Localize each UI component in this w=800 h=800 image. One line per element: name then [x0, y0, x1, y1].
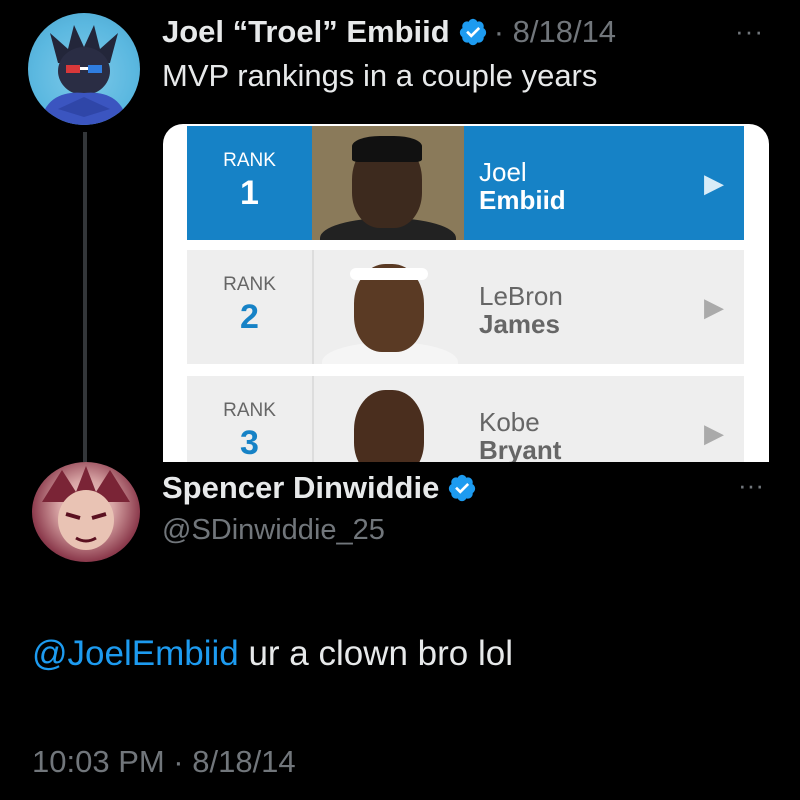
- chevron-right-icon: ▶: [704, 417, 724, 448]
- rank-label: RANK: [223, 274, 276, 295]
- rank-column: RANK 1: [187, 126, 312, 240]
- chevron-right-icon: ▶: [704, 167, 724, 198]
- dinwiddie-avatar[interactable]: [32, 462, 140, 562]
- rank-card-1: RANK 1 Joel Embiid ▶: [187, 126, 744, 240]
- verified-badge-icon: [447, 473, 477, 503]
- reply-body: ur a clown bro lol: [238, 634, 514, 673]
- player-name: Kobe Bryant: [464, 376, 684, 462]
- player-last-name: Embiid: [479, 185, 566, 215]
- player-last-name: James: [479, 309, 560, 339]
- user-handle[interactable]: @SDinwiddie_25: [162, 514, 385, 547]
- player-first-name: Joel: [479, 157, 527, 187]
- player-photo: [312, 126, 464, 240]
- tweet-date[interactable]: · 8/18/14: [494, 14, 616, 50]
- rank-number: 1: [240, 174, 259, 212]
- rank-card-2: RANK 2 LeBron James ▶: [187, 250, 744, 364]
- embiid-avatar[interactable]: [28, 13, 140, 125]
- verified-badge-icon: [458, 17, 488, 47]
- original-tweet[interactable]: Joel “Troel” Embiid · 8/18/14 ··· MVP ra…: [0, 0, 800, 470]
- player-name: Joel Embiid: [464, 126, 684, 240]
- display-name[interactable]: Spencer Dinwiddie: [162, 470, 439, 506]
- player-photo: [312, 376, 464, 462]
- player-photo: [312, 250, 464, 364]
- thread-connector-line: [83, 132, 87, 462]
- player-name: LeBron James: [464, 250, 684, 364]
- rank-number: 3: [240, 424, 259, 462]
- mention-link[interactable]: @JoelEmbiid: [32, 634, 239, 673]
- player-first-name: LeBron: [479, 281, 563, 311]
- rank-number: 2: [240, 298, 259, 336]
- chevron-right-icon: ▶: [704, 291, 724, 322]
- rank-label: RANK: [223, 400, 276, 421]
- reply-header: Spencer Dinwiddie: [162, 468, 477, 508]
- rank-label: RANK: [223, 150, 276, 171]
- timestamp[interactable]: 10:03 PM · 8/18/14: [32, 744, 296, 780]
- rank-column: RANK 2: [187, 250, 312, 364]
- player-last-name: Bryant: [479, 435, 562, 462]
- tweet-text: MVP rankings in a couple years: [162, 58, 598, 93]
- display-name[interactable]: Joel “Troel” Embiid: [162, 14, 450, 50]
- rank-column: RANK 3: [187, 376, 312, 462]
- player-first-name: Kobe: [479, 407, 540, 437]
- more-horizontal-icon[interactable]: ···: [735, 16, 764, 47]
- tweet-header: Joel “Troel” Embiid · 8/18/14: [162, 12, 616, 52]
- tweet-media-image[interactable]: RANK 1 Joel Embiid ▶ RANK 2 LeBron James…: [163, 124, 769, 462]
- more-horizontal-icon[interactable]: ···: [738, 470, 764, 501]
- reply-tweet[interactable]: Spencer Dinwiddie ··· @SDinwiddie_25 @Jo…: [0, 462, 800, 800]
- reply-text: @JoelEmbiid ur a clown bro lol: [32, 634, 513, 674]
- rank-card-3: RANK 3 Kobe Bryant ▶: [187, 376, 744, 462]
